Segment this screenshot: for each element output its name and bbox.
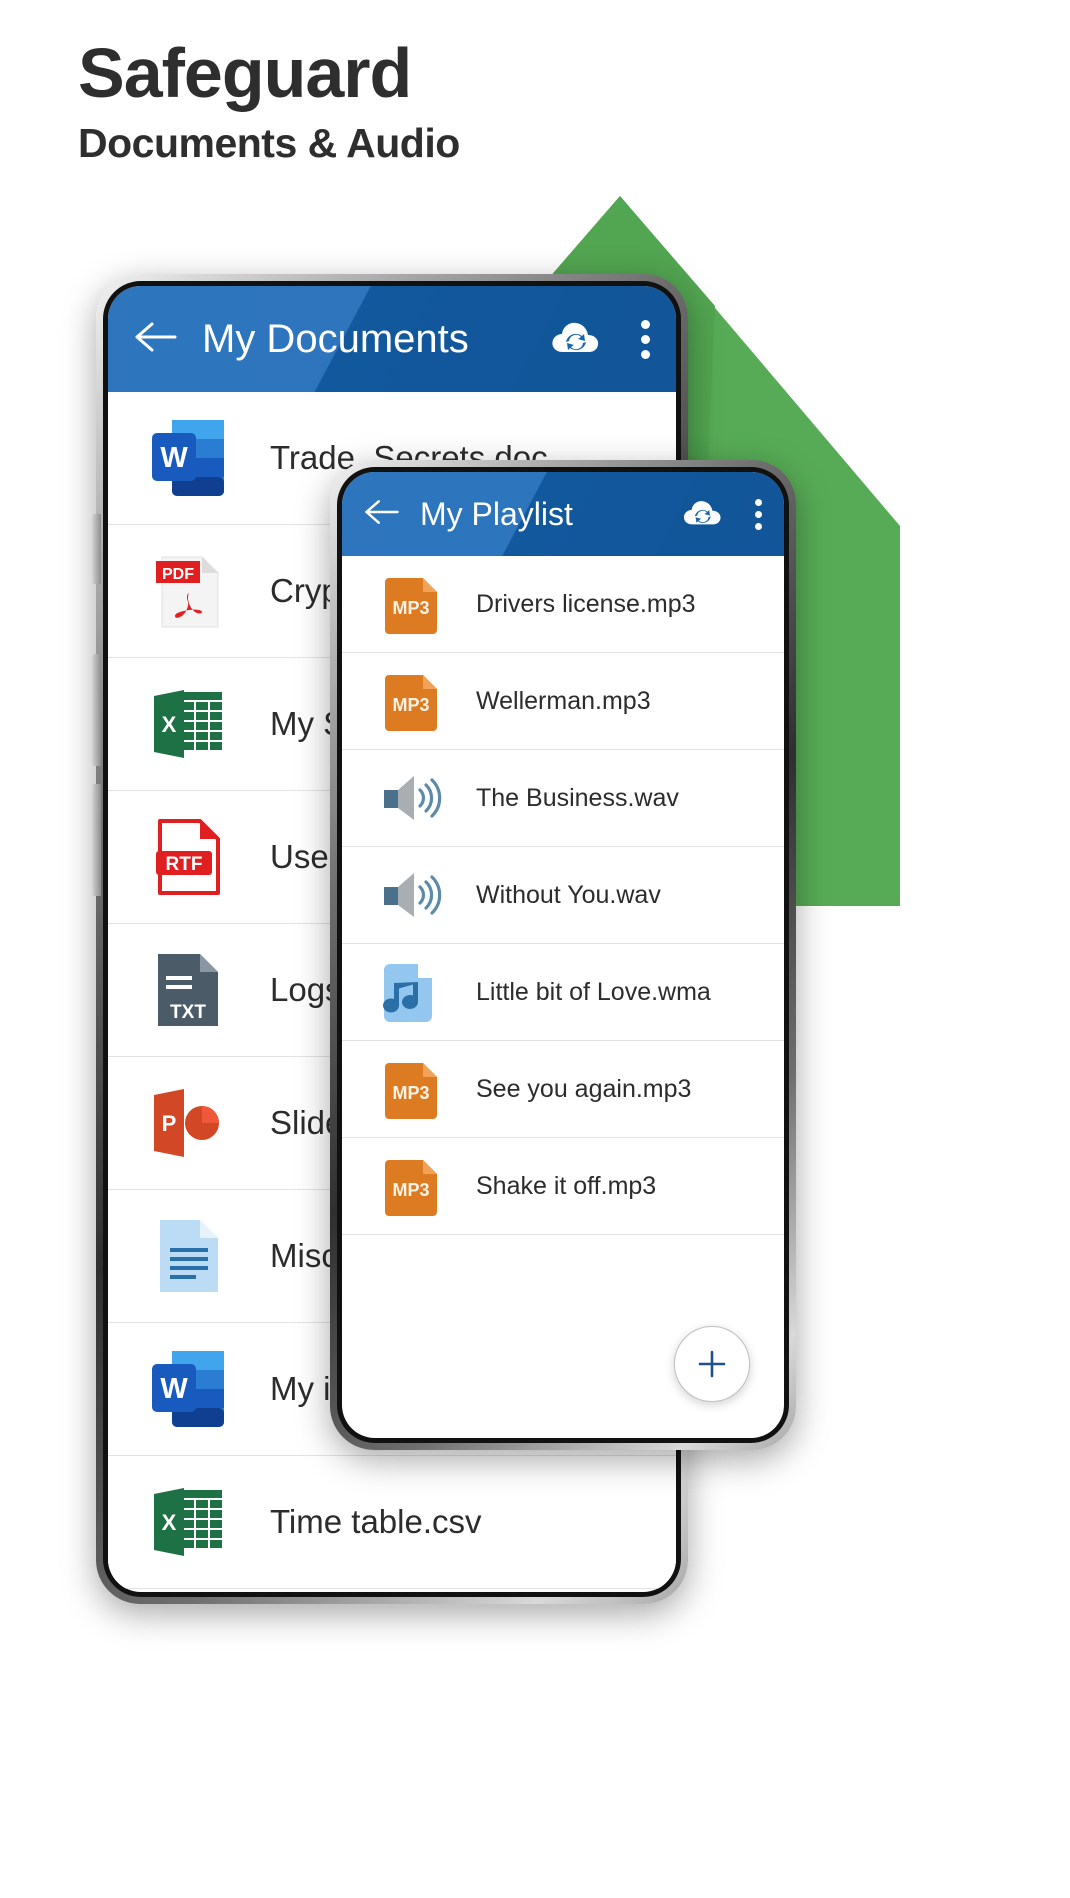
playlist-app-bar: My Playlist — [342, 472, 784, 556]
excel-icon: X — [148, 1479, 230, 1565]
excel-icon: X — [148, 681, 230, 767]
phone1-power-button[interactable] — [92, 784, 101, 896]
phone1-volume-down-button[interactable] — [92, 654, 101, 766]
phone-my-playlist: My Playlist MP3 Drivers license.mp3 MP3 … — [330, 460, 796, 1450]
speaker-icon — [380, 765, 442, 831]
mp3-icon: MP3 — [380, 1153, 442, 1219]
mp3-icon: MP3 — [380, 668, 442, 734]
txt-icon: TXT — [148, 947, 230, 1033]
back-arrow-icon[interactable] — [134, 320, 178, 359]
svg-text:X: X — [162, 1510, 177, 1535]
svg-text:MP3: MP3 — [392, 598, 429, 618]
mp3-icon: MP3 — [380, 571, 442, 637]
phone2-bezel: My Playlist MP3 Drivers license.mp3 MP3 … — [337, 467, 789, 1443]
file-name: See you again.mp3 — [476, 1074, 692, 1103]
list-item[interactable]: MP3 See you again.mp3 — [342, 1041, 784, 1138]
svg-text:PDF: PDF — [162, 566, 194, 583]
app-bar-title: My Documents — [202, 316, 469, 361]
list-item[interactable]: MP3 Drivers license.mp3 — [342, 556, 784, 653]
file-name: Without You.wav — [476, 880, 661, 909]
word-icon: W — [148, 1346, 230, 1432]
list-item[interactable]: MP3 Wellerman.mp3 — [342, 653, 784, 750]
app-bar-title: My Playlist — [420, 495, 573, 532]
svg-text:W: W — [160, 442, 188, 474]
mp3-icon: MP3 — [380, 1056, 442, 1122]
svg-text:W: W — [160, 1373, 188, 1405]
music-note-icon — [380, 959, 442, 1025]
file-name: Little bit of Love.wma — [476, 977, 711, 1006]
file-name: Shake it off.mp3 — [476, 1171, 657, 1200]
list-item[interactable]: Without You.wav — [342, 847, 784, 944]
table-row[interactable]: X Time table.csv — [108, 1456, 676, 1589]
svg-text:P: P — [162, 1111, 177, 1136]
page-title: Safeguard — [78, 34, 412, 112]
svg-text:MP3: MP3 — [392, 1083, 429, 1103]
promo-screenshot: Safeguard Documents & Audio My Documents… — [0, 0, 1070, 1898]
documents-app-bar: My Documents — [108, 286, 676, 392]
file-name: Wellerman.mp3 — [476, 686, 651, 715]
cloud-sync-icon[interactable] — [549, 319, 601, 359]
playlist-file-list: MP3 Drivers license.mp3 MP3 Wellerman.mp… — [342, 556, 784, 1235]
file-name: The Business.wav — [476, 783, 679, 812]
file-name: Drivers license.mp3 — [476, 589, 696, 618]
add-track-button[interactable] — [674, 1326, 750, 1402]
overflow-menu-icon[interactable] — [641, 317, 650, 362]
phone1-volume-up-button[interactable] — [92, 514, 101, 584]
list-item[interactable]: Little bit of Love.wma — [342, 944, 784, 1041]
speaker-icon — [380, 862, 442, 928]
svg-text:RTF: RTF — [166, 854, 203, 875]
document-icon — [148, 1213, 230, 1299]
svg-text:X: X — [162, 712, 177, 737]
list-item[interactable]: The Business.wav — [342, 750, 784, 847]
back-arrow-icon[interactable] — [364, 498, 400, 531]
svg-text:TXT: TXT — [170, 1002, 206, 1023]
svg-text:MP3: MP3 — [392, 1180, 429, 1200]
pdf-icon: PDF — [148, 548, 230, 634]
powerpoint-icon: P — [148, 1080, 230, 1166]
page-subtitle: Documents & Audio — [78, 120, 460, 166]
list-item[interactable]: MP3 Shake it off.mp3 — [342, 1138, 784, 1235]
phone2-screen: My Playlist MP3 Drivers license.mp3 MP3 … — [342, 472, 784, 1438]
cloud-sync-icon[interactable] — [681, 498, 723, 530]
overflow-menu-icon[interactable] — [755, 496, 762, 532]
rtf-icon: RTF — [148, 814, 230, 900]
word-icon: W — [148, 415, 230, 501]
plus-icon — [698, 1350, 726, 1378]
svg-text:MP3: MP3 — [392, 695, 429, 715]
headline-block: Safeguard Documents & Audio — [78, 38, 460, 167]
file-name: Time table.csv — [270, 1503, 482, 1540]
